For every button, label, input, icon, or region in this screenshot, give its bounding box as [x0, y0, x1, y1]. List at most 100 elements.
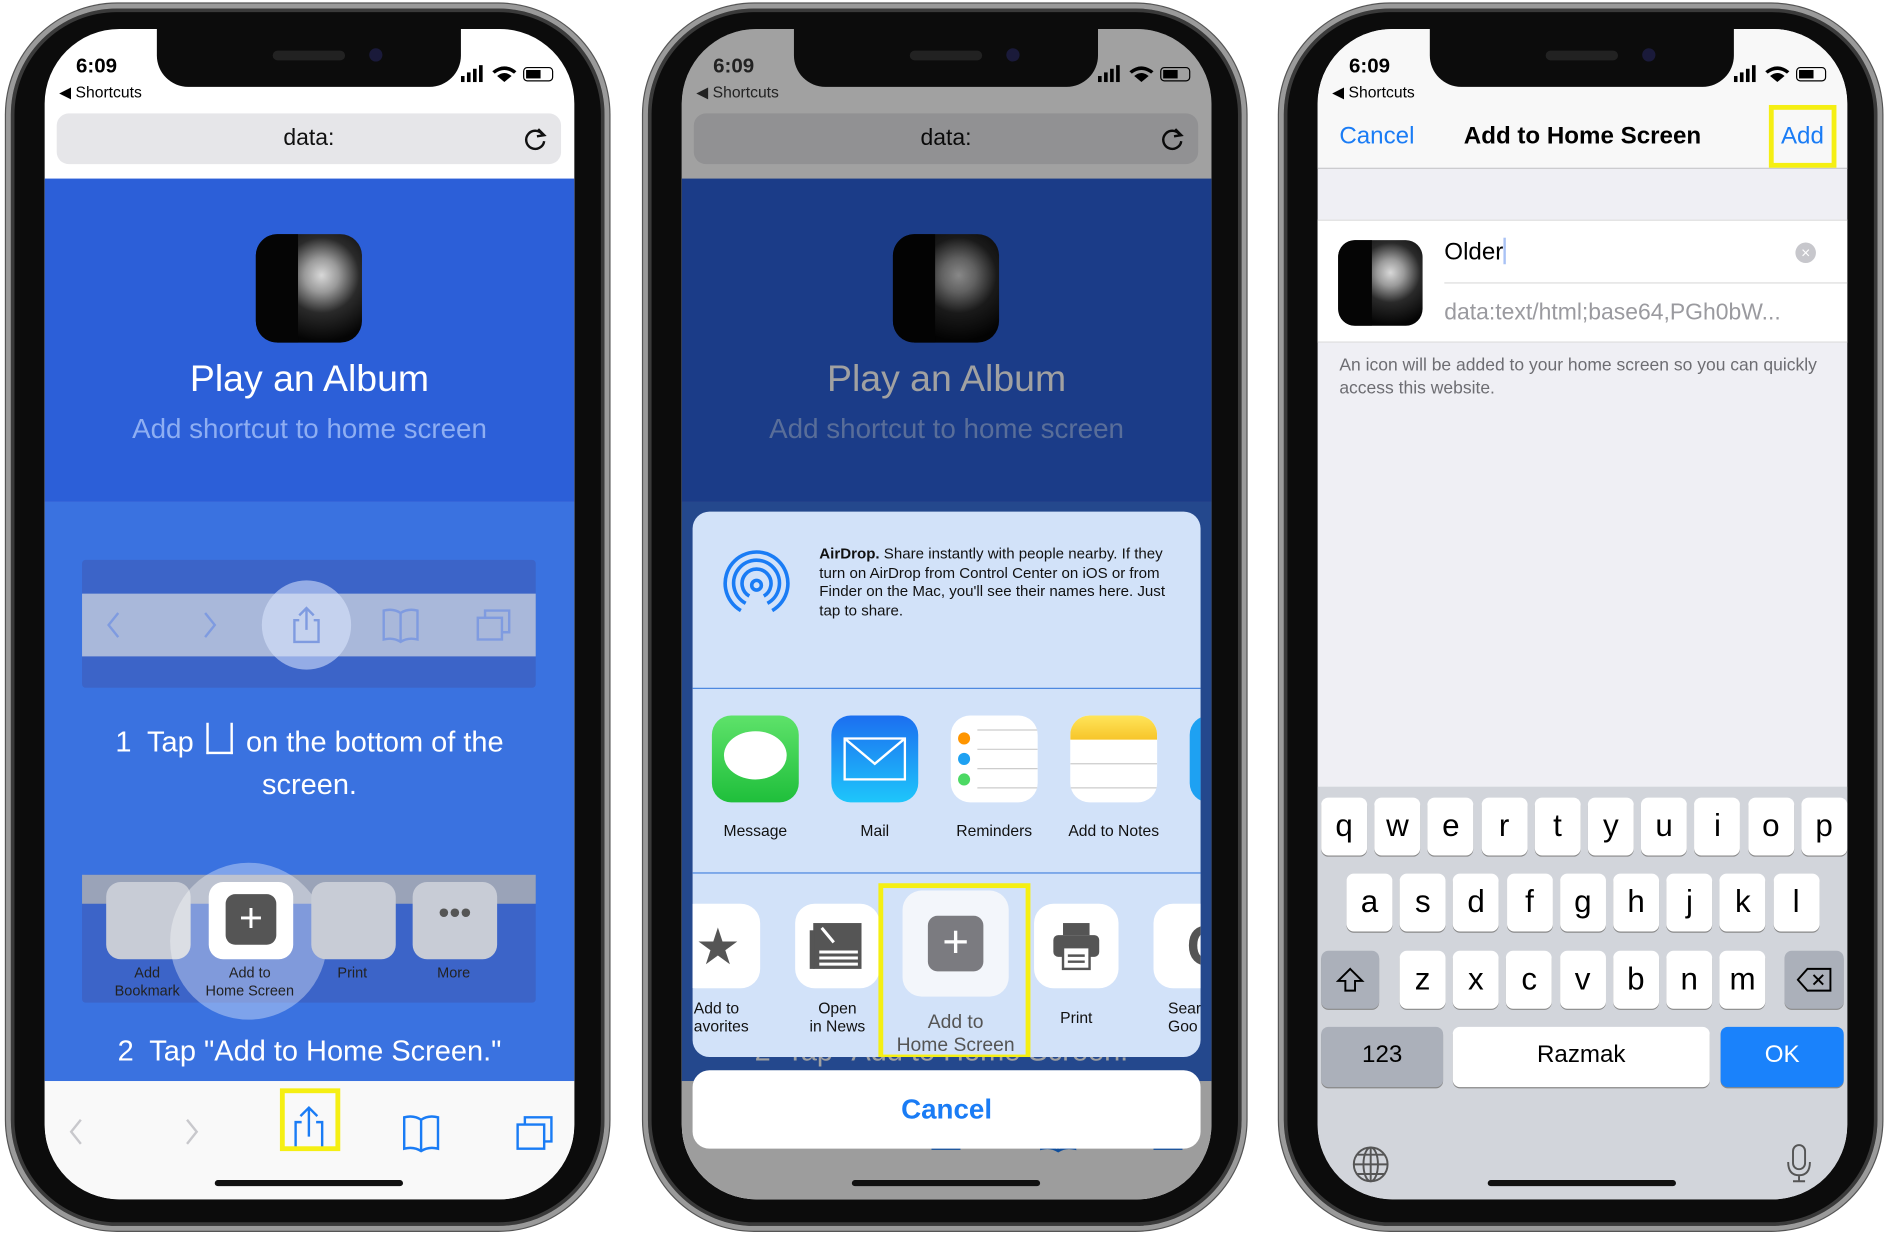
share-sheet-screen: 6:09 ◀ Shortcuts data: Play an Album Add… [681, 28, 1212, 1200]
shift-key[interactable] [1321, 950, 1380, 1009]
nav-title: Add to Home Screen [1463, 123, 1702, 150]
key-x[interactable]: x [1452, 950, 1499, 1009]
actions-row: ★ + G Add toavorites Openin News Add toH… [692, 874, 1201, 1057]
key-a[interactable]: a [1346, 873, 1393, 932]
key-v[interactable]: v [1559, 950, 1606, 1009]
back-to-shortcuts[interactable]: ◀ Shortcuts [59, 83, 142, 102]
google-icon: G [1186, 913, 1200, 979]
action-label: Print [1060, 1008, 1093, 1027]
phone-3: Cancel Add to Home Screen Add 6:09 ◀ Sho… [1278, 3, 1883, 1231]
url-bar[interactable]: data: [56, 113, 562, 165]
app-label: Reminders [956, 821, 1033, 840]
microphone-icon[interactable] [1786, 1143, 1813, 1184]
page-subtitle: Add shortcut to home screen [132, 412, 487, 445]
add-button-highlight[interactable] [1768, 104, 1837, 168]
app-label: Message [723, 821, 788, 840]
key-l[interactable]: l [1773, 873, 1820, 932]
back-to-shortcuts[interactable]: ◀ Shortcuts [1332, 83, 1415, 102]
shortcut-icon [1338, 240, 1423, 326]
key-q[interactable]: q [1321, 797, 1368, 856]
print-icon [311, 882, 396, 960]
status-time: 6:09 [76, 54, 118, 78]
mini-label: Add toHome Screen [205, 964, 295, 1000]
back-to-shortcuts[interactable]: ◀ Shortcuts [696, 83, 779, 102]
key-i[interactable]: i [1694, 797, 1741, 856]
key-f[interactable]: f [1506, 873, 1553, 932]
favorites-action[interactable]: ★ [692, 903, 761, 989]
safari-screen: 6:09 ◀ Shortcuts data: Play an Album Add… [44, 28, 575, 1200]
add-to-home-screen-highlight[interactable] [878, 883, 1031, 1057]
key-g[interactable]: g [1559, 873, 1606, 932]
cancel-button[interactable]: Cancel [692, 1070, 1201, 1149]
key-w[interactable]: w [1374, 797, 1421, 856]
clear-text-icon[interactable]: × [1795, 242, 1816, 264]
status-icons [460, 65, 554, 83]
home-indicator [851, 1180, 1041, 1187]
key-y[interactable]: y [1587, 797, 1634, 856]
ok-key[interactable]: OK [1720, 1026, 1844, 1088]
bookmark-form: Older × data:text/html;base64,PGh0bW... [1317, 219, 1848, 343]
notes-app-icon[interactable] [1070, 715, 1158, 803]
mini-label: Print [337, 964, 368, 981]
share-button-highlight[interactable] [279, 1088, 341, 1152]
news-icon [809, 923, 862, 969]
key-s[interactable]: s [1399, 873, 1446, 932]
keyboard: 123 Razmak OK qwertyuiop asdfghjkl zxcvbnm [1317, 786, 1848, 1200]
home-indicator [1487, 1180, 1676, 1187]
phone-1: 6:09 ◀ Shortcuts data: Play an Album Add… [6, 3, 610, 1231]
share-sheet: AirDrop. Share instantly with people nea… [692, 511, 1201, 1057]
action-label: Add to avorites [693, 999, 749, 1036]
status-icons [1733, 65, 1827, 83]
key-b[interactable]: b [1612, 950, 1659, 1009]
key-k[interactable]: k [1719, 873, 1766, 932]
status-time: 6:09 [1348, 54, 1391, 78]
mail-app-icon[interactable] [831, 715, 919, 803]
album-icon [255, 234, 362, 343]
apps-row: Message Mail Reminders Add to Notes [692, 689, 1201, 874]
key-t[interactable]: t [1534, 797, 1581, 856]
page-title: Play an Album [189, 357, 430, 400]
step-1-line2: screen. [262, 768, 357, 802]
mini-label: AddBookmark [114, 964, 180, 1000]
name-input[interactable]: Older [1444, 237, 1806, 267]
airdrop-icon [723, 550, 790, 613]
step-2: 2 Tap "Add to Home Screen." [117, 1035, 502, 1068]
search-google-action[interactable]: G [1153, 903, 1201, 989]
backspace-key[interactable] [1784, 950, 1844, 1009]
key-c[interactable]: c [1506, 950, 1553, 1009]
partial-app-icon[interactable] [1189, 715, 1201, 803]
key-n[interactable]: n [1666, 950, 1713, 1009]
print-action[interactable] [1034, 903, 1119, 989]
key-j[interactable]: j [1666, 873, 1713, 932]
message-app-icon[interactable] [711, 715, 799, 803]
key-r[interactable]: r [1481, 797, 1528, 856]
app-label: Add to Notes [1068, 821, 1160, 840]
key-u[interactable]: u [1641, 797, 1688, 856]
key-z[interactable]: z [1399, 950, 1446, 1009]
key-o[interactable]: o [1747, 797, 1794, 856]
airdrop-section: AirDrop. Share instantly with people nea… [692, 512, 1201, 689]
key-e[interactable]: e [1427, 797, 1474, 856]
space-key[interactable]: Razmak [1452, 1026, 1710, 1088]
reload-icon[interactable] [522, 125, 549, 152]
open-in-news-action[interactable] [795, 903, 880, 989]
airdrop-description: AirDrop. Share instantly with people nea… [819, 545, 1166, 619]
printer-icon [1053, 923, 1100, 971]
reminders-app-icon[interactable] [950, 715, 1038, 803]
shift-icon [1335, 967, 1365, 992]
add-to-home-screen: Cancel Add to Home Screen Add 6:09 ◀ Sho… [1317, 28, 1848, 1200]
more-icon: ••• [412, 882, 498, 960]
action-label: Sear Goo [1167, 999, 1201, 1036]
app-label: Mail [860, 821, 890, 840]
globe-icon[interactable] [1351, 1145, 1390, 1184]
toolbar-illustration [82, 559, 536, 688]
key-m[interactable]: m [1719, 950, 1766, 1009]
key-d[interactable]: d [1453, 873, 1500, 932]
key-p[interactable]: p [1801, 797, 1848, 856]
backspace-icon [1795, 967, 1831, 992]
numbers-key[interactable]: 123 [1321, 1026, 1444, 1088]
phone-2: 6:09 ◀ Shortcuts data: Play an Album Add… [643, 3, 1247, 1231]
status-time: 6:09 [713, 54, 755, 78]
key-h[interactable]: h [1613, 873, 1660, 932]
footnote: An icon will be added to your home scree… [1339, 355, 1817, 399]
